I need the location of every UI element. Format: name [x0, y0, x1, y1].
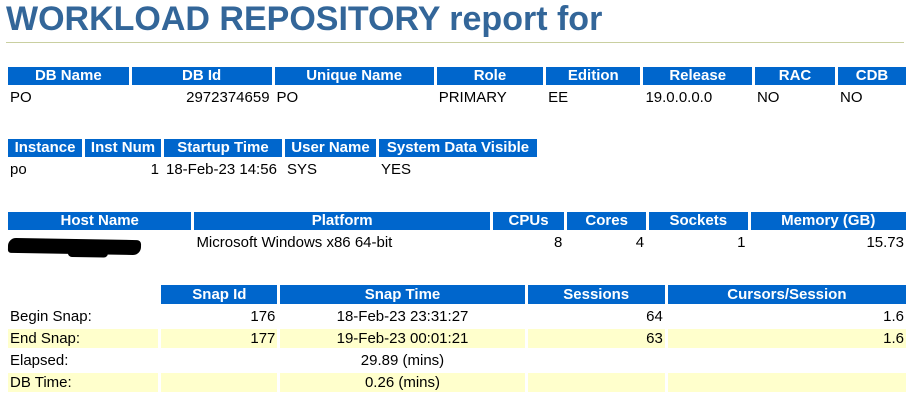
- snap-info-table: Snap Id Snap Time Sessions Cursors/Sessi…: [5, 282, 909, 395]
- platform-value: Microsoft Windows x86 64-bit: [196, 234, 393, 251]
- col-snap-id: Snap Id: [161, 285, 278, 304]
- cursors-session-value: 1.6: [883, 308, 904, 325]
- col-host-name: Host Name: [8, 212, 192, 230]
- row-label: End Snap:: [8, 329, 159, 348]
- col-rac: RAC: [754, 67, 836, 85]
- table-row: Begin Snap: 176 18-Feb-23 23:31:27 64 1.…: [8, 307, 906, 326]
- memory-value: 15.73: [866, 234, 904, 251]
- title-divider: [6, 42, 904, 43]
- cdb-value: NO: [840, 89, 863, 106]
- col-cdb: CDB: [838, 67, 906, 85]
- cursors-session-value: [668, 351, 906, 370]
- report-title: WORKLOAD REPOSITORY report for: [6, 0, 603, 38]
- col-inst-num: Inst Num: [85, 139, 161, 157]
- redacted-host-name: [7, 237, 142, 256]
- col-release: Release: [643, 67, 752, 85]
- snap-time-value: 18-Feb-23 23:31:27: [336, 308, 469, 325]
- cores-value: 4: [635, 234, 645, 251]
- snap-id-value: [161, 351, 277, 370]
- edition-value: EE: [548, 89, 569, 106]
- release-value: 19.0.0.0.0: [645, 89, 713, 106]
- startup-time-value: 18-Feb-23 14:56: [166, 161, 277, 178]
- snap-id-value: [161, 373, 278, 392]
- table-row: DB Time: 0.26 (mins): [8, 373, 906, 392]
- col-db-name: DB Name: [8, 67, 129, 85]
- col-db-id: DB Id: [131, 67, 272, 85]
- col-instance: Instance: [8, 139, 82, 157]
- db-id-value: 2972374659: [186, 89, 270, 106]
- snap-time-value: 0.26 (mins): [280, 373, 525, 392]
- sockets-value: 1: [737, 234, 746, 251]
- row-label: Begin Snap:: [10, 308, 92, 325]
- sessions-value: 63: [527, 329, 665, 348]
- table-row: po 1 18-Feb-23 14:56 SYS YES: [8, 160, 537, 179]
- col-user-name: User Name: [285, 139, 376, 157]
- col-cursors-session: Cursors/Session: [667, 285, 906, 304]
- col-platform: Platform: [194, 212, 490, 230]
- db-info-table: DB Name DB Id Unique Name Role Edition R…: [5, 64, 909, 110]
- cpus-value: 8: [553, 234, 563, 251]
- snap-id-value: 177: [161, 329, 278, 348]
- col-startup-time: Startup Time: [164, 139, 282, 157]
- table-row: PO 2972374659 PO PRIMARY EE 19.0.0.0.0 N…: [8, 88, 906, 107]
- col-snap-time: Snap Time: [280, 285, 525, 304]
- sessions-value: 64: [646, 308, 663, 325]
- row-label: Elapsed:: [10, 352, 69, 369]
- cursors-session-value: 1.6: [667, 329, 906, 348]
- col-unique-name: Unique Name: [274, 67, 434, 85]
- table-row: End Snap: 177 19-Feb-23 00:01:21 63 1.6: [8, 329, 906, 348]
- rac-value: NO: [756, 89, 780, 106]
- row-label: DB Time:: [8, 373, 159, 392]
- db-name-value: PO: [10, 89, 32, 106]
- snap-time-value: 29.89 (mins): [360, 352, 445, 369]
- snap-id-value: 176: [250, 308, 276, 325]
- system-data-visible-value: YES: [381, 161, 412, 178]
- user-name-value: SYS: [287, 161, 318, 178]
- col-cpus: CPUs: [492, 212, 565, 230]
- table-row: Elapsed: 29.89 (mins): [8, 351, 906, 370]
- col-edition: Edition: [546, 67, 641, 85]
- col-cores: Cores: [567, 212, 647, 230]
- unique-name-value: PO: [276, 89, 299, 106]
- snap-time-value: 19-Feb-23 00:01:21: [280, 329, 525, 348]
- col-sockets: Sockets: [649, 212, 748, 230]
- instance-value: po: [10, 161, 27, 178]
- col-memory: Memory (GB): [750, 212, 906, 230]
- col-system-data-visible: System Data Visible: [379, 139, 537, 157]
- cursors-session-value: [667, 373, 906, 392]
- role-value: PRIMARY: [438, 89, 507, 106]
- inst-num-value: 1: [150, 161, 159, 178]
- instance-info-table: Instance Inst Num Startup Time User Name…: [5, 136, 540, 182]
- sessions-value: [527, 373, 665, 392]
- snap-header-blank: [8, 285, 158, 304]
- sessions-value: [528, 351, 665, 370]
- col-role: Role: [436, 67, 544, 85]
- col-sessions: Sessions: [527, 285, 665, 304]
- table-row: Microsoft Windows x86 64-bit 8 4 1 15.73: [8, 233, 906, 252]
